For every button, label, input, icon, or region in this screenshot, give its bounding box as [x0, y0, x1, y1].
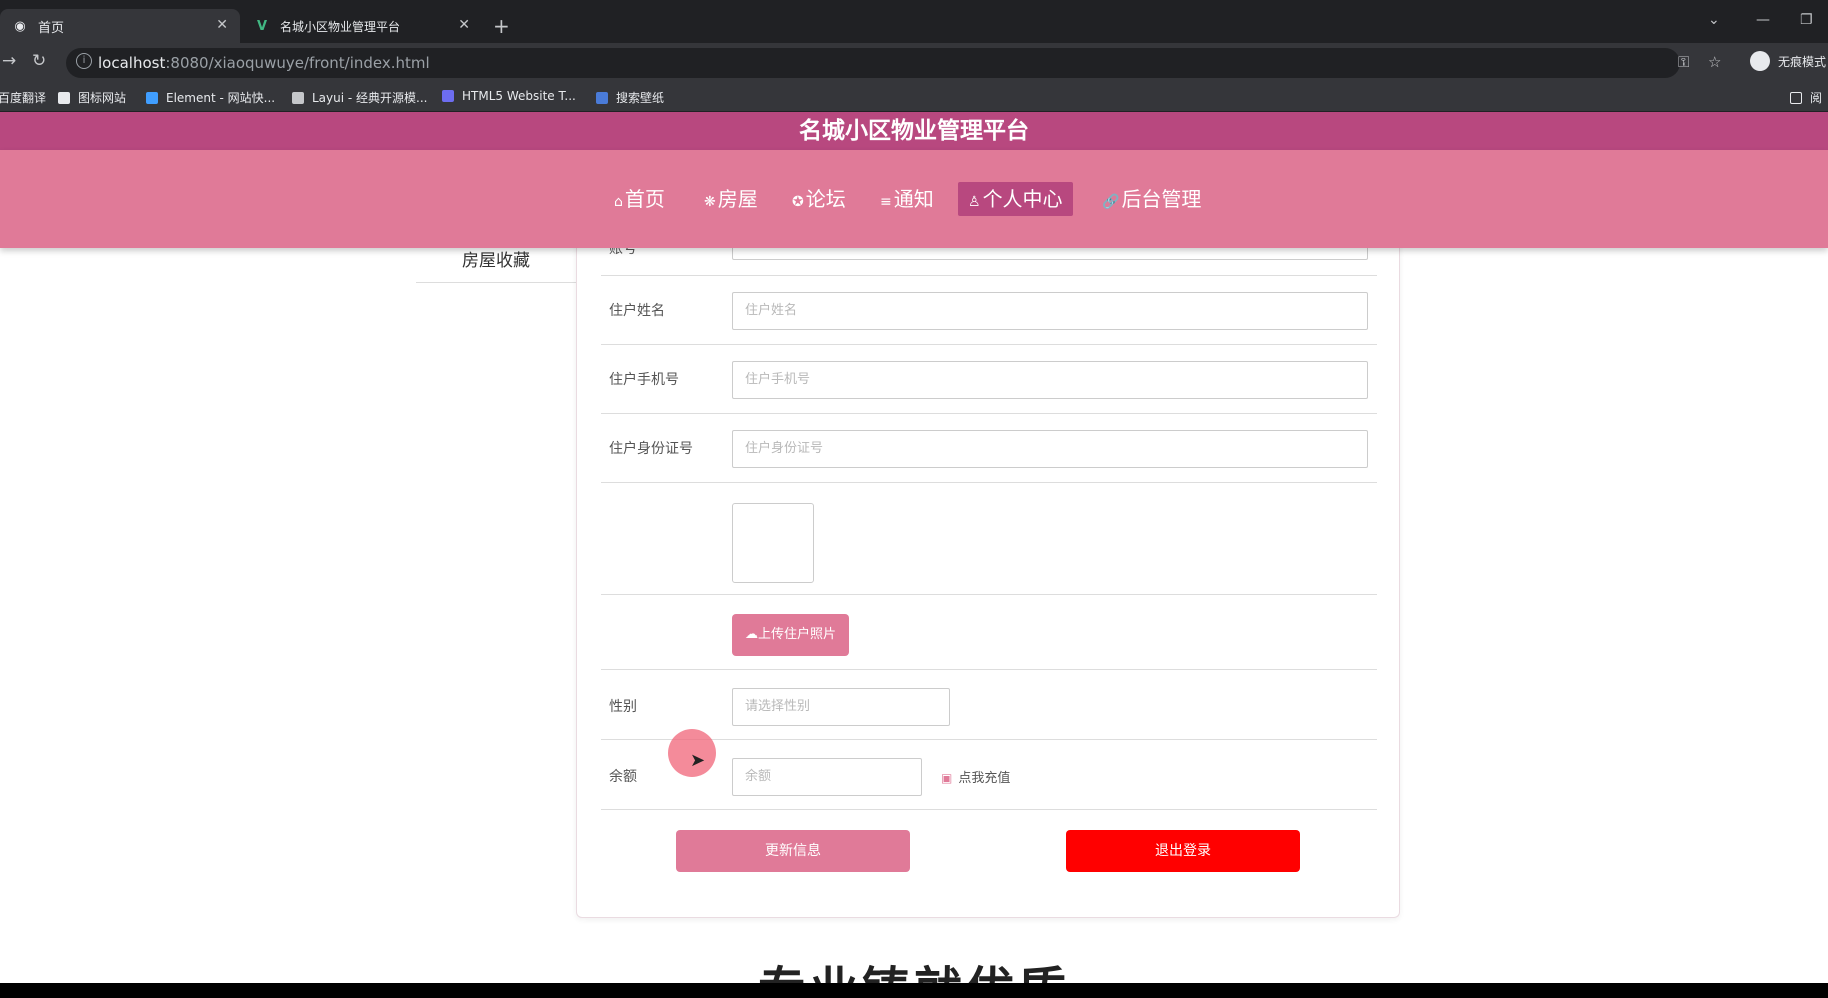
resident-phone-input[interactable]: 住户手机号 [732, 361, 1368, 399]
gender-select[interactable]: 请选择性别 [732, 688, 950, 726]
bookmark-item[interactable]: 搜索壁纸 [596, 89, 664, 106]
house-icon: ❋ [704, 194, 716, 210]
nav-admin[interactable]: 🔗 后台管理 [1092, 182, 1211, 216]
sidebar-item-house-favorites[interactable]: 房屋收藏 [416, 248, 576, 283]
bookmark-item[interactable]: HTML5 Website T... [442, 89, 576, 103]
incognito-badge[interactable]: 无痕模式 [1750, 51, 1826, 71]
photo-preview [732, 503, 814, 583]
resident-idcard-input[interactable]: 住户身份证号 [732, 430, 1368, 468]
back-arrow-icon[interactable]: → [2, 51, 16, 71]
address-bar[interactable]: i localhost:8080/xiaoquwuye/front/index.… [66, 48, 1721, 78]
html5-icon [442, 90, 454, 102]
tab-title: 首页 [38, 20, 65, 36]
logout-button[interactable]: 退出登录 [1066, 830, 1300, 872]
form-row-gender: 性别 请选择性别 [601, 670, 1377, 740]
vue-icon: V [256, 18, 268, 34]
nav-house[interactable]: ❋ 房屋 [694, 182, 768, 216]
key-icon[interactable]: ⚿ [1678, 53, 1689, 71]
balance-input[interactable]: 余额 [732, 758, 922, 796]
browser-tab-2[interactable]: V 名城小区物业管理平台 ✕ [242, 9, 482, 43]
bookmark-item[interactable]: Layui - 经典开源模... [292, 89, 427, 106]
field-label: 性别 [609, 699, 637, 715]
restore-icon[interactable]: ❐ [1800, 12, 1813, 28]
main-nav: ⌂ 首页 ❋ 房屋 ✪ 论坛 ≡ 通知 ♙ 个人中心 🔗 后台管理 [0, 150, 1828, 248]
browser-tab-1[interactable]: ◉ 首页 ✕ [0, 9, 240, 43]
nav-notice[interactable]: ≡ 通知 [870, 182, 944, 216]
gift-icon: ▣ [941, 771, 953, 785]
site-title: 名城小区物业管理平台 [799, 118, 1029, 144]
recharge-link[interactable]: ▣ 点我充值 [941, 767, 1010, 786]
form-row-idcard: 住户身份证号 住户身份证号 [601, 414, 1377, 483]
form-row-phone: 住户手机号 住户手机号 [601, 345, 1377, 414]
bookmark-item[interactable]: 百度翻译 [0, 89, 46, 106]
field-label: 余额 [609, 769, 637, 785]
resident-name-input[interactable]: 住户姓名 [732, 292, 1368, 330]
notice-icon: ≡ [880, 194, 892, 210]
screen: ◉ 首页 ✕ V 名城小区物业管理平台 ✕ + ⌄ — ❐ → ↻ i loca… [0, 0, 1828, 998]
browser-toolbar: → ↻ i localhost:8080/xiaoquwuye/front/in… [0, 43, 1828, 81]
site-header: 名城小区物业管理平台 [0, 112, 1828, 150]
link-icon: 🔗 [1102, 194, 1120, 210]
field-label: 住户手机号 [609, 372, 679, 388]
globe-icon: ◉ [14, 18, 26, 34]
close-icon[interactable]: ✕ [216, 17, 228, 33]
reading-list-button[interactable]: 阅 [1790, 89, 1822, 106]
info-icon[interactable]: i [76, 53, 92, 69]
new-tab-icon[interactable]: + [493, 14, 510, 38]
form-row-balance: 余额 余额 ▣ 点我充值 [601, 740, 1377, 810]
url-text[interactable]: localhost:8080/xiaoquwuye/front/index.ht… [98, 54, 430, 72]
tab-search-icon[interactable]: ⌄ [1708, 12, 1720, 28]
close-icon[interactable]: ✕ [458, 17, 470, 33]
wallpaper-icon [596, 91, 608, 104]
reload-icon[interactable]: ↻ [32, 51, 46, 71]
field-label: 住户身份证号 [609, 441, 693, 457]
bookmark-item[interactable]: Element - 网站快... [146, 89, 275, 106]
mouse-pointer-icon: ➤ [690, 750, 706, 771]
user-icon: ♙ [968, 194, 981, 210]
personal-sidebar: 房屋收藏 [416, 248, 576, 283]
browser-tabstrip: ◉ 首页 ✕ V 名城小区物业管理平台 ✕ + ⌄ — ❐ [0, 0, 1828, 43]
nav-home[interactable]: ⌂ 首页 [604, 182, 675, 216]
cloud-upload-icon: ☁ [744, 627, 758, 642]
layui-icon [292, 91, 304, 104]
incognito-icon [1750, 51, 1770, 71]
form-row-photo [601, 483, 1377, 595]
bookmark-item[interactable]: 图标网站 [58, 89, 126, 106]
star-icon[interactable]: ☆ [1708, 53, 1721, 71]
letterbox-bar [0, 983, 1828, 998]
update-info-button[interactable]: 更新信息 [676, 830, 910, 872]
nav-forum[interactable]: ✪ 论坛 [782, 182, 856, 216]
nav-personal-center[interactable]: ♙ 个人中心 [958, 182, 1073, 216]
upload-photo-button[interactable]: ☁上传住户照片 [732, 614, 849, 656]
minimize-icon[interactable]: — [1756, 12, 1770, 28]
flag-icon [58, 91, 70, 104]
home-icon: ⌂ [614, 194, 623, 210]
forum-icon: ✪ [792, 194, 804, 210]
form-row-upload: ☁上传住户照片 [601, 595, 1377, 670]
bookmarks-bar: 百度翻译 图标网站 Element - 网站快... Layui - 经典开源模… [0, 81, 1828, 112]
form-row-name: 住户姓名 住户姓名 [601, 276, 1377, 345]
tab-title: 名城小区物业管理平台 [280, 19, 401, 34]
reading-list-icon [1790, 91, 1802, 104]
element-icon [146, 91, 158, 104]
profile-form: 账号 账号 住户姓名 住户姓名 住户手机号 住户手机号 住户身份证号 住户身份证… [576, 220, 1400, 918]
field-label: 住户姓名 [609, 303, 665, 319]
